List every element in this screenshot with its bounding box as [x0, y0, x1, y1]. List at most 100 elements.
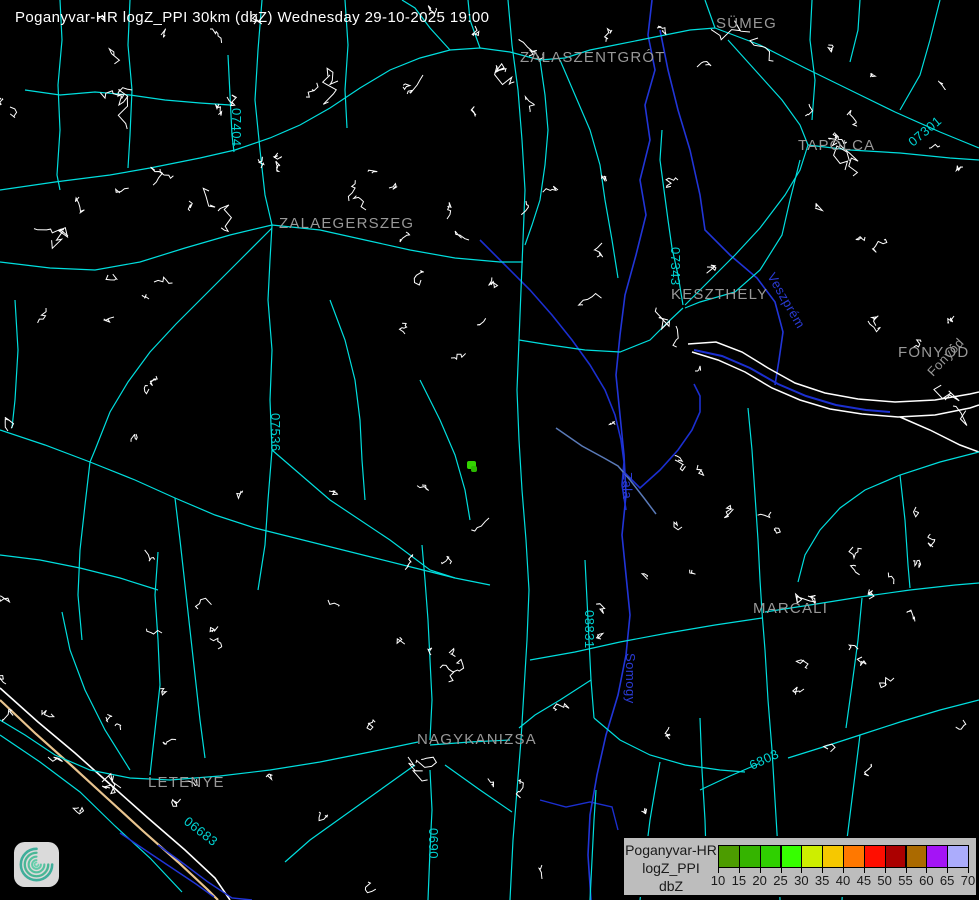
settlement-outline	[367, 720, 375, 730]
settlement-outline	[274, 153, 282, 159]
legend-swatch	[801, 845, 823, 868]
map-line	[530, 618, 762, 660]
settlement-outline	[131, 434, 137, 442]
legend-tick-label: 70	[955, 873, 979, 888]
legend-swatch	[947, 845, 969, 868]
settlement-outline	[674, 522, 682, 530]
map-line	[660, 30, 690, 150]
map-line	[798, 452, 979, 582]
settlement-outline	[109, 49, 119, 64]
settlement-outline	[38, 308, 47, 323]
settlement-outline	[160, 689, 166, 695]
settlement-outline	[323, 75, 337, 104]
map-line	[12, 300, 18, 428]
settlement-outline	[368, 170, 377, 173]
map-line	[525, 60, 548, 245]
settlement-outline	[365, 882, 375, 893]
settlement-outline	[400, 232, 410, 242]
settlement-outline	[849, 547, 862, 558]
map-line	[594, 718, 745, 772]
settlement-outline	[328, 600, 339, 606]
settlement-outline	[161, 29, 166, 38]
map-line	[420, 380, 470, 520]
settlement-outline	[210, 626, 218, 632]
map-line	[715, 28, 979, 148]
map-line	[158, 845, 252, 900]
settlement-outline	[872, 239, 887, 252]
map-line	[900, 475, 910, 588]
legend-swatch	[864, 845, 886, 868]
map-line	[788, 700, 979, 758]
settlement-outline	[928, 534, 935, 547]
settlement-outline	[218, 205, 231, 231]
settlement-outline	[449, 649, 455, 657]
legend-swatch	[843, 845, 865, 868]
city-label: MARCALI	[753, 600, 828, 617]
map-line	[272, 450, 455, 578]
road-number-label: 07343	[668, 247, 683, 286]
settlement-outline	[144, 386, 149, 394]
settlement-outline	[306, 83, 318, 97]
settlement-outline	[805, 104, 812, 116]
settlement-outline	[163, 739, 176, 744]
settlement-outline	[116, 188, 129, 193]
legend-unit-label: dbZ	[659, 877, 683, 895]
legend-product-label: logZ_PPI	[642, 859, 700, 877]
map-line	[445, 765, 512, 812]
settlement-outline	[947, 316, 954, 323]
settlement-outline	[210, 29, 222, 43]
city-label: KESZTHELY	[671, 286, 768, 303]
city-label: LETENYE	[148, 774, 225, 791]
settlement-outline	[856, 237, 865, 241]
settlement-outline	[815, 203, 822, 210]
settlement-outline	[106, 274, 117, 280]
map-line	[728, 40, 808, 145]
legend-swatch	[718, 845, 740, 868]
met-logo[interactable]	[13, 841, 60, 888]
settlement-outline	[690, 570, 696, 575]
settlement-outline	[453, 660, 464, 673]
city-label: TAPOLCA	[798, 137, 875, 154]
map-line	[705, 0, 715, 28]
settlement-outline	[10, 107, 17, 118]
legend-text-block: Poganyvar-HR logZ_PPI dbZ	[624, 841, 718, 895]
settlement-outline	[455, 231, 469, 240]
settlement-outline	[276, 161, 280, 171]
map-line	[285, 765, 415, 862]
settlement-outline	[408, 757, 428, 781]
map-line	[900, 417, 979, 452]
settlement-outline	[145, 550, 155, 561]
settlement-outline	[196, 598, 212, 609]
road-number-label: 6803	[747, 746, 781, 773]
settlement-outline	[539, 865, 542, 879]
map-line	[588, 0, 655, 900]
settlement-outline	[471, 518, 489, 531]
settlement-outline	[655, 308, 669, 329]
city-label: ZALASZENTGRÓT	[520, 49, 666, 66]
settlement-outline	[115, 724, 121, 730]
map-line	[330, 300, 365, 500]
road-number-label: 07536	[268, 413, 283, 452]
map-line	[900, 0, 940, 110]
settlement-outline	[641, 808, 646, 814]
settlement-outline	[42, 710, 54, 717]
legend-swatch	[926, 845, 948, 868]
map-line	[540, 800, 618, 830]
settlement-outline	[106, 714, 112, 721]
settlement-outline	[956, 720, 966, 729]
settlement-outline	[851, 565, 860, 575]
settlement-outline	[451, 353, 466, 359]
legend-swatch	[906, 845, 928, 868]
settlement-outline	[266, 774, 272, 779]
settlement-outline	[319, 812, 328, 821]
legend-swatch	[822, 845, 844, 868]
map-line	[508, 0, 529, 900]
settlement-outline	[104, 317, 114, 322]
settlement-outline	[697, 62, 711, 68]
map-line	[556, 428, 656, 514]
legend-swatch	[781, 845, 803, 868]
settlement-outline	[642, 574, 648, 580]
settlement-outline	[417, 485, 429, 491]
settlement-outline	[407, 75, 423, 94]
settlement-outline	[697, 465, 704, 475]
